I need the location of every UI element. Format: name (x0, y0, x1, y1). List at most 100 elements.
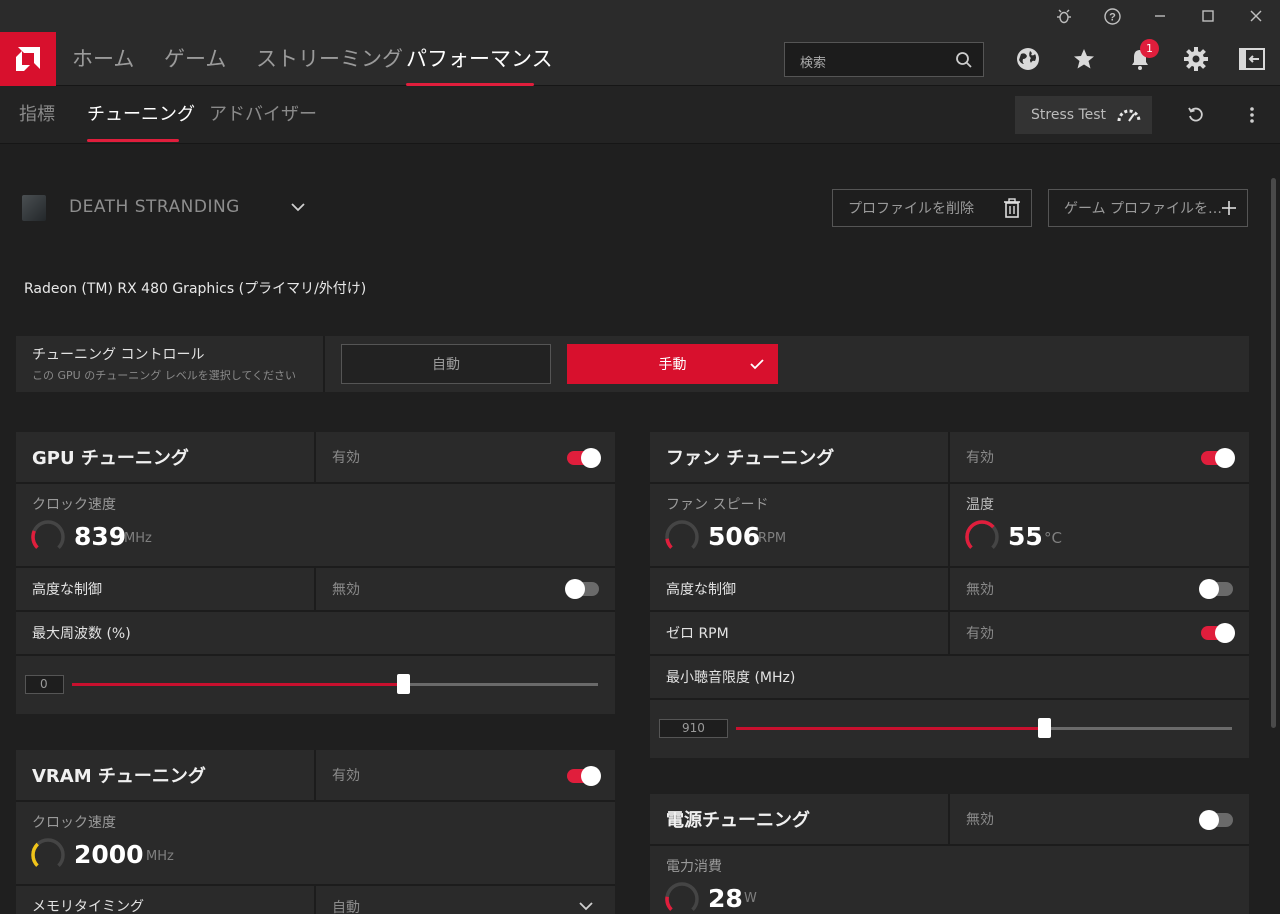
gpu-tuning-state: 有効 (332, 450, 360, 466)
speedometer-icon (1117, 109, 1141, 122)
vram-tuning-toggle[interactable] (567, 766, 601, 786)
check-icon (750, 359, 764, 370)
main-nav: ホーム ゲーム ストリーミング パフォーマンス 検索 1 (0, 32, 1280, 86)
minimize-icon[interactable] (1138, 0, 1182, 32)
fan-tuning-toggle[interactable] (1201, 448, 1235, 468)
power-tuning-title: 電源チューニング (666, 810, 810, 831)
slider-fill (72, 683, 403, 686)
gpu-tuning-title: GPU チューニング (32, 448, 189, 469)
nav-tab-home[interactable]: ホーム (72, 32, 134, 86)
globe-icon[interactable] (1013, 44, 1043, 74)
nav-tab-performance[interactable]: パフォーマンス (406, 32, 553, 86)
power-tuning-state: 無効 (966, 812, 994, 828)
gpu-clock-gauge (31, 520, 65, 554)
gpu-tuning-toggle[interactable] (567, 448, 601, 468)
title-bar: ? (0, 0, 1280, 32)
settings-gear-icon[interactable] (1181, 44, 1211, 74)
temperature-unit: °C (1044, 529, 1062, 547)
zero-rpm-state: 有効 (966, 626, 994, 642)
divider (314, 566, 316, 610)
fan-advanced-state: 無効 (966, 582, 994, 598)
vram-clock-unit: MHz (146, 849, 174, 864)
plus-icon (1222, 201, 1236, 215)
max-frequency-input[interactable]: 0 (25, 675, 64, 694)
fan-speed-unit: RPM (758, 531, 787, 546)
bug-icon[interactable] (1042, 0, 1086, 32)
stress-test-button[interactable]: Stress Test (1015, 96, 1152, 134)
max-frequency-label: 最大周波数 (%) (32, 626, 131, 642)
notification-badge: 1 (1140, 39, 1159, 58)
divider (650, 654, 1249, 656)
vram-clock-value: 2000 (74, 840, 144, 869)
tuning-control-description: この GPU のチューニング レベルを選択してください (32, 369, 297, 382)
close-icon[interactable] (1234, 0, 1278, 32)
nav-tab-streaming[interactable]: ストリーミング (256, 32, 403, 86)
divider (948, 794, 950, 844)
divider (314, 432, 316, 482)
vram-clock-label: クロック速度 (32, 815, 116, 831)
gpu-advanced-toggle[interactable] (565, 579, 599, 599)
temperature-gauge (965, 520, 999, 554)
chevron-down-icon[interactable] (578, 900, 594, 912)
trash-icon (1004, 198, 1020, 218)
search-icon (956, 52, 972, 68)
star-icon[interactable] (1069, 44, 1099, 74)
slider-thumb[interactable] (397, 674, 410, 694)
power-unit: W (744, 891, 757, 906)
fan-advanced-toggle[interactable] (1199, 579, 1233, 599)
fan-advanced-label: 高度な制御 (666, 582, 736, 598)
power-value: 28 (708, 884, 743, 913)
maximize-icon[interactable] (1186, 0, 1230, 32)
reset-icon[interactable] (1181, 100, 1211, 130)
sub-nav: 指標 チューニング アドバイザー Stress Test (0, 86, 1280, 144)
scrollbar[interactable] (1271, 178, 1276, 728)
power-gauge (665, 882, 699, 914)
memory-timing-select[interactable]: 自動 (332, 897, 360, 914)
vram-tuning-state: 有効 (332, 768, 360, 784)
fan-tuning-title: ファン チューニング (666, 448, 835, 469)
overlay-panel-icon[interactable] (1237, 44, 1267, 74)
divider (650, 610, 1249, 612)
gpu-advanced-label: 高度な制御 (32, 582, 102, 598)
fan-tuning-state: 有効 (966, 450, 994, 466)
game-profile-button[interactable]: ゲーム プロファイルを… (1048, 189, 1248, 227)
power-tuning-toggle[interactable] (1199, 810, 1233, 830)
delete-profile-button[interactable]: プロファイルを削除 (832, 189, 1032, 227)
auto-mode-button[interactable]: 自動 (341, 344, 551, 384)
min-acoustic-limit-slider[interactable] (736, 718, 1232, 738)
more-options-icon[interactable] (1237, 100, 1267, 130)
tuning-control-title: チューニング コントロール (32, 347, 205, 363)
help-icon[interactable]: ? (1090, 0, 1134, 32)
search-input[interactable]: 検索 (784, 42, 984, 77)
fan-speed-label: ファン スピード (666, 497, 769, 513)
notification-bell-icon[interactable]: 1 (1125, 39, 1159, 74)
divider (16, 654, 615, 656)
gpu-clock-label: クロック速度 (32, 497, 116, 513)
slider-thumb[interactable] (1038, 718, 1051, 738)
subtab-metrics[interactable]: 指標 (17, 86, 57, 144)
manual-mode-button[interactable]: 手動 (567, 344, 778, 384)
zero-rpm-toggle[interactable] (1201, 623, 1235, 643)
divider (314, 750, 316, 800)
divider (16, 610, 615, 612)
min-acoustic-limit-input[interactable]: 910 (659, 719, 728, 738)
divider (650, 844, 1249, 846)
subtab-tuning[interactable]: チューニング (87, 86, 195, 144)
divider (16, 482, 615, 484)
gpu-advanced-state: 無効 (332, 582, 360, 598)
game-profile-select[interactable]: DEATH STRANDING (69, 197, 240, 217)
gpu-clock-value: 839 (74, 522, 127, 551)
slider-fill (736, 727, 1044, 730)
subtab-advisor[interactable]: アドバイザー (209, 86, 317, 144)
divider (948, 432, 950, 566)
zero-rpm-label: ゼロ RPM (666, 626, 729, 642)
gpu-clock-unit: MHz (124, 531, 152, 546)
power-consumption-label: 電力消費 (666, 859, 722, 875)
chevron-down-icon[interactable] (290, 201, 306, 213)
max-frequency-slider[interactable] (72, 674, 598, 694)
game-thumbnail (22, 195, 46, 221)
amd-logo-icon[interactable] (0, 32, 56, 86)
memory-timing-label: メモリタイミング (32, 899, 144, 914)
divider (314, 884, 316, 914)
nav-tab-games[interactable]: ゲーム (164, 32, 226, 86)
